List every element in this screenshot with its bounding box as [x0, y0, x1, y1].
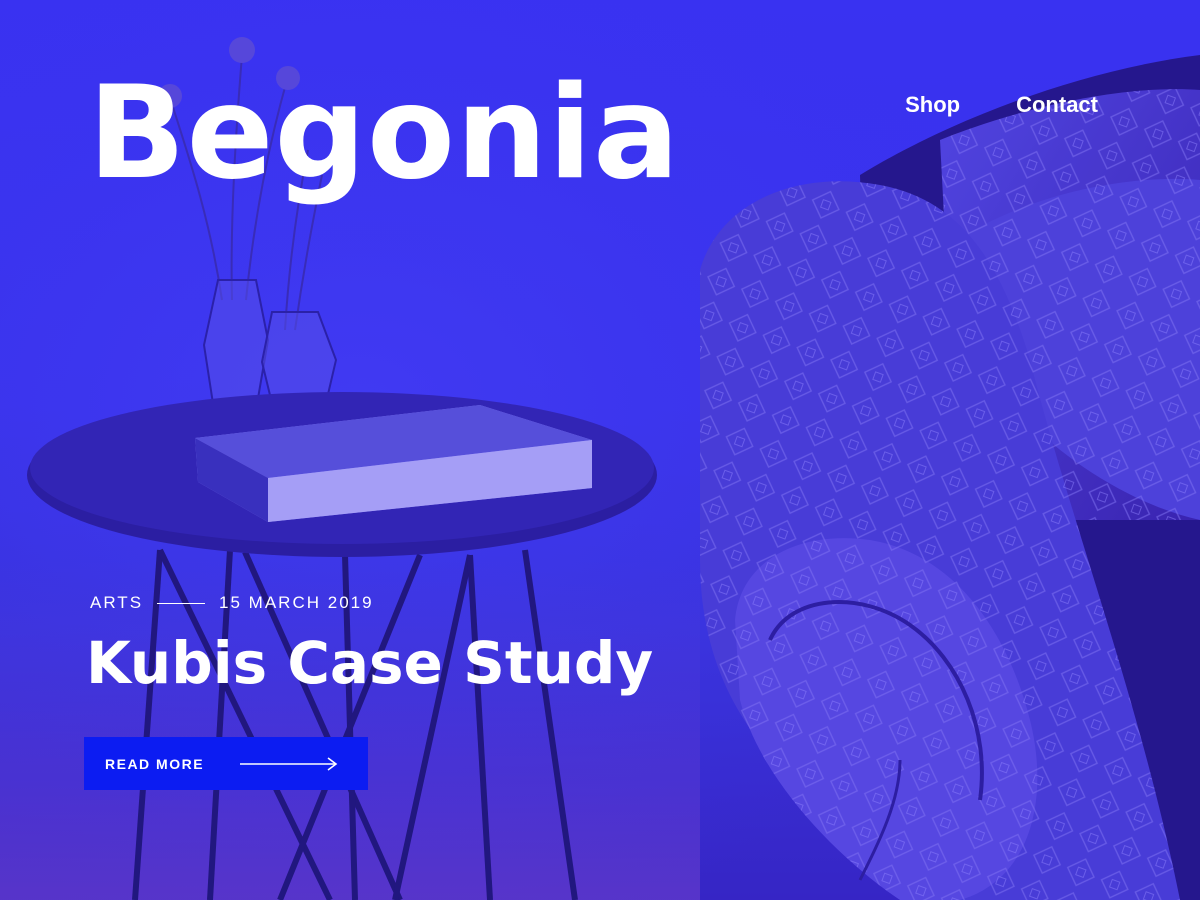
- nav-link-contact[interactable]: Contact: [1016, 92, 1098, 118]
- arrow-right-icon: [240, 756, 338, 771]
- site-logo[interactable]: Begonia: [88, 70, 680, 198]
- meta-divider: [157, 602, 206, 604]
- post-meta: ARTS 15 MARCH 2019: [90, 593, 374, 613]
- post-category[interactable]: ARTS: [90, 593, 143, 613]
- hero-section: Begonia Shop Contact ARTS 15 MARCH 2019 …: [0, 0, 1200, 900]
- main-nav: Shop Contact: [905, 92, 1098, 118]
- read-more-label: READ MORE: [105, 755, 205, 772]
- nav-link-shop[interactable]: Shop: [905, 92, 960, 118]
- read-more-button[interactable]: READ MORE: [84, 737, 368, 790]
- post-date: 15 MARCH 2019: [219, 593, 374, 612]
- post-title[interactable]: Kubis Case Study: [86, 631, 653, 696]
